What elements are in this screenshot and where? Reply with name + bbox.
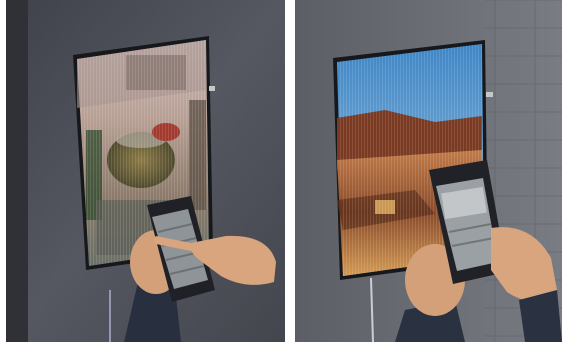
right-photo: [295, 0, 562, 342]
left-photo: [6, 0, 285, 342]
left-scene: [6, 0, 285, 342]
mount-bracket: [209, 86, 215, 91]
wall-shadow: [6, 0, 28, 342]
right-scene: [295, 0, 562, 342]
mount-bracket: [486, 92, 493, 97]
